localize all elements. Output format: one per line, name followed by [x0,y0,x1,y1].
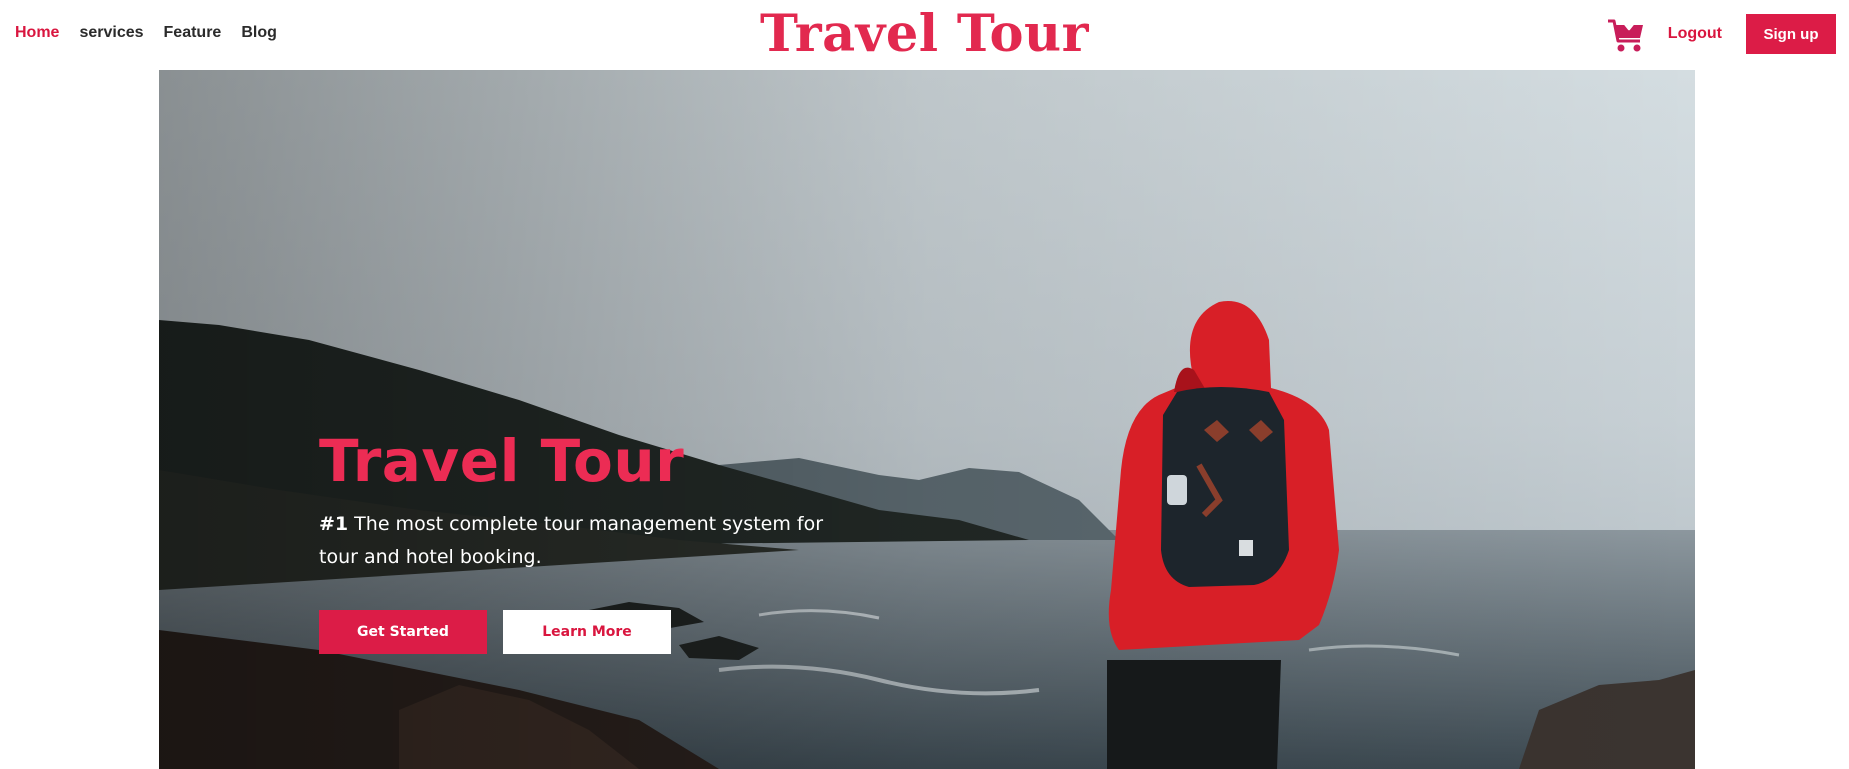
hero-subtitle-rank: #1 [319,512,349,535]
get-started-button[interactable]: Get Started [319,609,487,654]
nav-services-link[interactable]: services [79,24,143,42]
hero-subtitle-text: The most complete tour management system… [319,512,824,568]
nav-home-link[interactable]: Home [15,24,59,42]
hero-buttons: Get Started Learn More [319,609,879,654]
hero-banner: Travel Tour #1 The most complete tour ma… [159,70,1695,769]
nav-feature-link[interactable]: Feature [164,24,222,42]
learn-more-button[interactable]: Learn More [503,609,671,654]
hero-content: Travel Tour #1 The most complete tour ma… [319,427,879,654]
signup-button[interactable]: Sign up [1746,14,1836,54]
top-navbar: Home services Feature Blog Travel Tour L… [0,0,1849,69]
nav-blog-link[interactable]: Blog [241,24,277,42]
shopping-cart-icon[interactable] [1606,14,1646,54]
main-nav: Home services Feature Blog [15,24,277,42]
header-actions: Logout Sign up [1606,14,1836,54]
hero-title: Travel Tour [319,427,685,495]
hero-background-image [159,70,1695,769]
hero-subtitle: #1 The most complete tour management sys… [319,508,859,574]
brand-logo-text: Travel Tour [760,4,1089,64]
logout-link[interactable]: Logout [1668,25,1722,43]
